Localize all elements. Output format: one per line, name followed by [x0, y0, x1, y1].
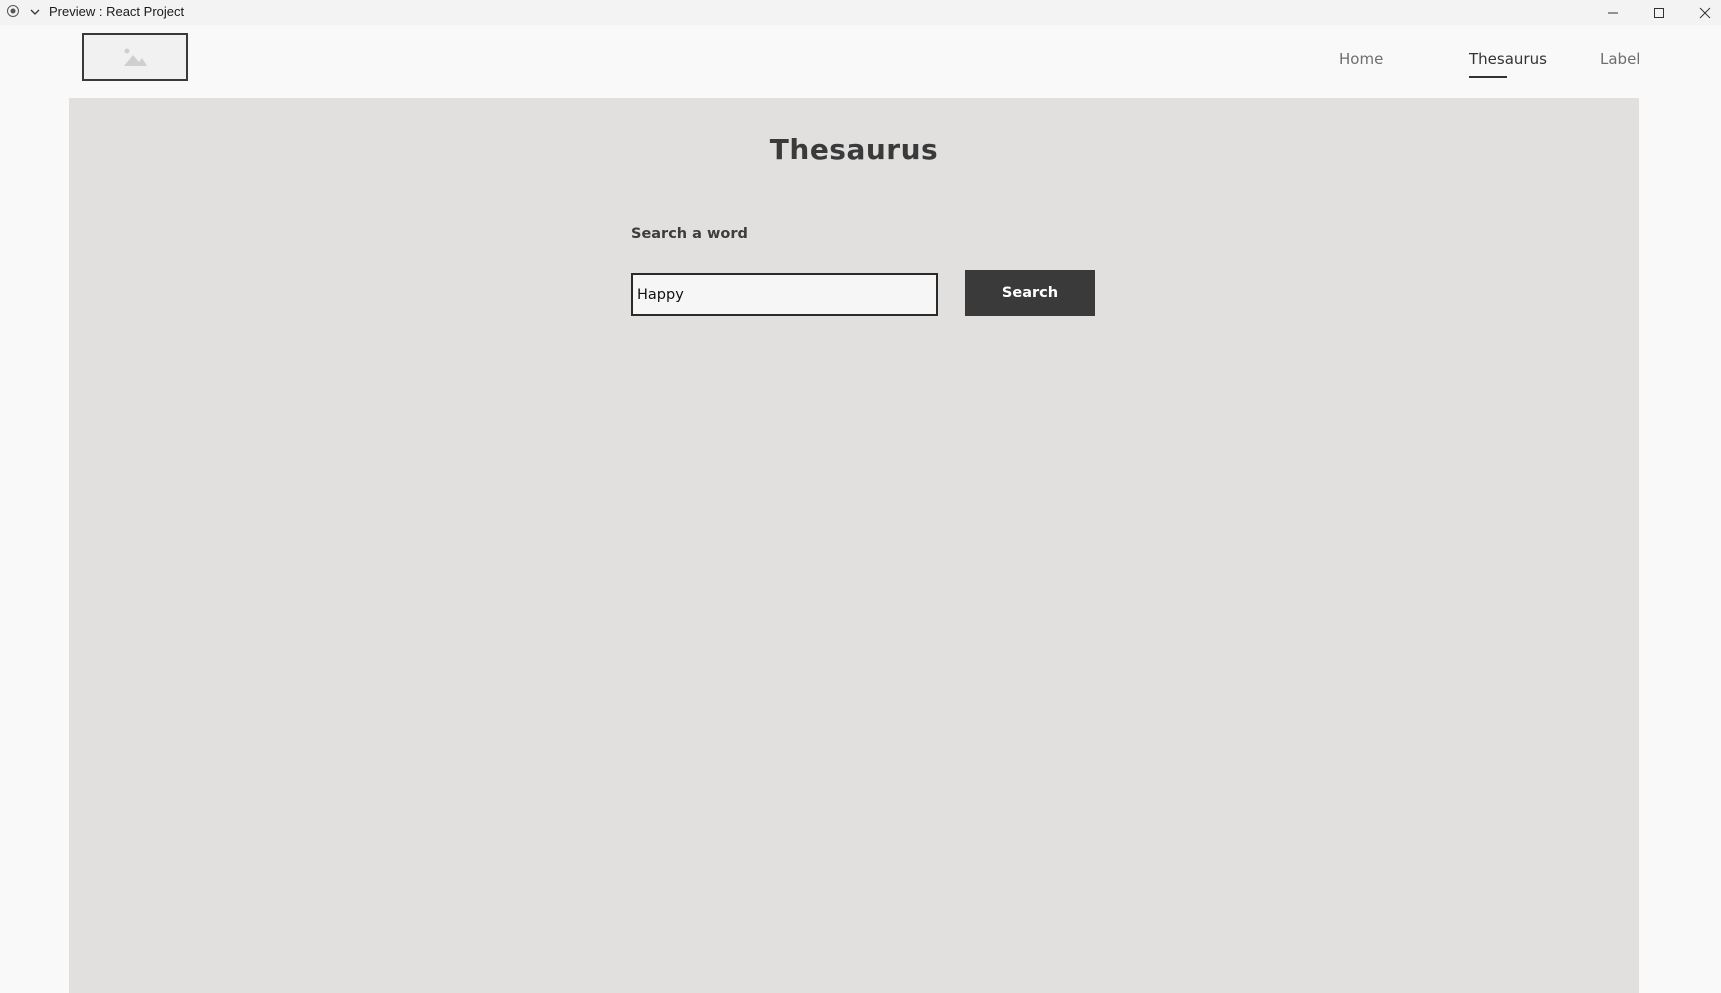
- search-label: Search a word: [631, 226, 748, 242]
- logo[interactable]: [82, 33, 188, 81]
- page: Home Thesaurus Label Thesaurus Search a …: [0, 25, 1721, 993]
- main-panel: Thesaurus Search a word Search: [69, 98, 1639, 993]
- chevron-down-icon[interactable]: [29, 6, 41, 18]
- close-button[interactable]: [1682, 0, 1721, 25]
- window-title: Preview : React Project: [49, 4, 185, 19]
- minimize-icon: [1608, 12, 1618, 13]
- maximize-icon: [1654, 7, 1664, 18]
- window-titlebar: Preview : React Project: [0, 0, 1721, 25]
- nav-label[interactable]: Label: [1600, 49, 1640, 69]
- minimize-button[interactable]: [1590, 0, 1636, 25]
- search-input[interactable]: [631, 273, 938, 316]
- nav-home[interactable]: Home: [1339, 49, 1383, 69]
- image-placeholder-icon: [124, 48, 147, 66]
- close-icon: [1699, 7, 1711, 18]
- search-button[interactable]: Search: [965, 270, 1095, 316]
- nav-thesaurus[interactable]: Thesaurus: [1469, 49, 1547, 69]
- record-circle-icon[interactable]: [6, 4, 20, 18]
- nav-active-indicator: [1469, 76, 1507, 78]
- page-title: Thesaurus: [769, 133, 939, 166]
- maximize-button[interactable]: [1636, 0, 1682, 25]
